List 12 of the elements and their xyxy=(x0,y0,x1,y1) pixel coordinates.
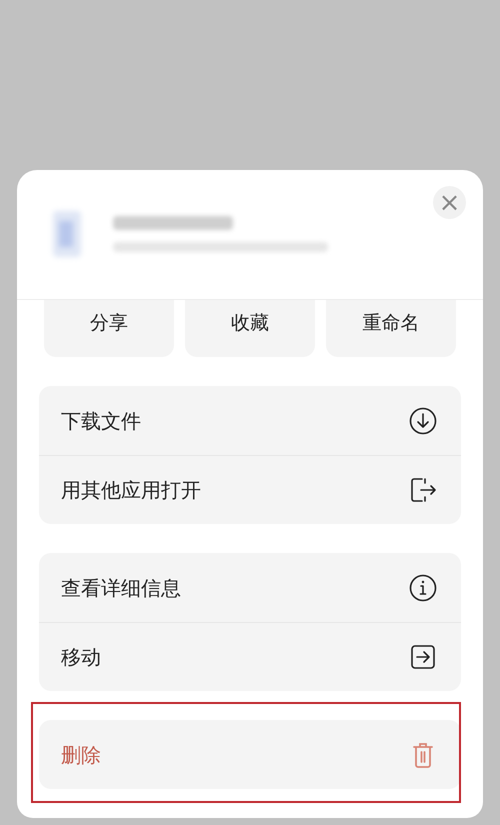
download-icon xyxy=(409,406,437,434)
action-button[interactable]: 重命名 xyxy=(326,300,456,357)
menu-item[interactable]: 删除 xyxy=(39,720,461,789)
action-button[interactable]: 分享 xyxy=(44,300,174,357)
info-icon xyxy=(409,574,437,602)
action-button[interactable]: 收藏 xyxy=(185,300,315,357)
menu-item[interactable]: 移动 xyxy=(39,622,461,691)
menu-item[interactable]: 用其他应用打开 xyxy=(39,455,461,524)
arrow-box-icon xyxy=(409,643,437,671)
menu-item[interactable]: 查看详细信息 xyxy=(39,553,461,622)
menu-item[interactable]: 下载文件 xyxy=(39,386,461,455)
exit-icon xyxy=(409,476,437,504)
